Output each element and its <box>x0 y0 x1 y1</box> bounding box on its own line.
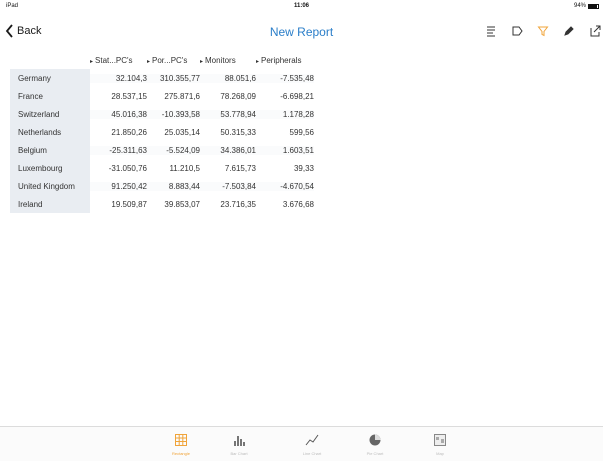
table-cell: 28.537,15 <box>111 91 147 101</box>
column-header[interactable]: ▸ Monitors <box>200 56 256 65</box>
bar-chart-icon <box>234 436 245 446</box>
battery-indicator: 94% <box>574 3 599 9</box>
table-body: Germany 32.104,3 310.355,77 88.051,6 -7.535,… <box>10 69 314 213</box>
table-cell: 21.850,26 <box>111 127 147 137</box>
column-header[interactable]: ▸ Stat...PC's <box>90 56 147 65</box>
table-row: Ireland 19.509,87 39.853,07 23.716,35 3.676,… <box>10 195 314 213</box>
row-header[interactable]: United Kingdom <box>10 177 90 195</box>
row-header[interactable]: France <box>10 87 90 105</box>
table-cell: 599,56 <box>289 127 314 137</box>
table-cell: 34.386,01 <box>200 145 256 155</box>
table-cell: 78.268,09 <box>220 91 256 101</box>
column-header-row: ▸ Stat...PC's ▸ Por...PC's ▸ Monitors ▸ Peri… <box>90 52 314 69</box>
line-chart-icon <box>305 434 319 446</box>
nav-bar: Back New Report <box>0 14 603 50</box>
table-row: Switzerland 45.016,38 -10.393,58 53.778,94 1… <box>10 105 314 123</box>
table-cell: 3.676,68 <box>282 199 314 209</box>
table-cell: 11.210,5 <box>169 163 200 173</box>
table-cell: 23.716,35 <box>220 199 256 209</box>
table-cell: -10.393,58 <box>147 109 200 119</box>
row-header[interactable]: Luxembourg <box>10 159 90 177</box>
grid-icon <box>175 434 187 446</box>
table-cell: 1.603,51 <box>256 145 314 155</box>
table-cell: 25.035,14 <box>164 127 200 137</box>
row-header[interactable]: Germany <box>10 69 90 87</box>
table-cell: 19.509,87 <box>111 199 147 209</box>
pivot-table: ▸ Stat...PC's ▸ Por...PC's ▸ Monitors ▸ Peri… <box>10 52 314 213</box>
row-header[interactable]: Belgium <box>10 141 90 159</box>
tab-rectangle[interactable]: Rectangle <box>151 433 211 456</box>
table-cell: -7.535,48 <box>256 73 314 83</box>
table-cell: 39,33 <box>293 163 314 173</box>
table-cell: 50.315,33 <box>220 127 256 137</box>
tab-label: Map <box>436 451 444 456</box>
table-row: United Kingdom 91.250,42 8.883,44 -7.503,84… <box>10 177 314 195</box>
table-cell: -4.670,54 <box>256 181 314 191</box>
table-row: France 28.537,15 275.871,6 78.268,09 -6.698,… <box>10 87 314 105</box>
table-cell: 1.178,28 <box>256 109 314 119</box>
tab-label: Pie Chart <box>366 451 384 456</box>
table-cell: -31.050,76 <box>108 163 147 173</box>
share-icon[interactable] <box>589 25 601 37</box>
table-row: Germany 32.104,3 310.355,77 88.051,6 -7.535,… <box>10 69 314 87</box>
table-row: Netherlands 21.850,26 25.035,14 50.315,33 59… <box>10 123 314 141</box>
table-cell: -6.698,21 <box>280 91 314 101</box>
table-cell: 275.871,6 <box>164 91 200 101</box>
table-cell: 39.853,07 <box>164 199 200 209</box>
map-icon <box>434 434 446 446</box>
table-cell: 7.615,73 <box>224 163 256 173</box>
tab-pie-chart[interactable]: Pie Chart <box>345 433 405 456</box>
row-header[interactable]: Ireland <box>10 195 90 213</box>
column-header[interactable]: ▸ Peripherals <box>256 56 314 65</box>
toolbar-icons <box>485 25 601 37</box>
table-cell: 45.016,38 <box>90 109 147 119</box>
table-row: Belgium -25.311,63 -5.524,09 34.386,01 1.603… <box>10 141 314 159</box>
column-header[interactable]: ▸ Por...PC's <box>147 56 200 65</box>
table-cell: 91.250,42 <box>90 181 147 191</box>
tab-label: Rectangle <box>171 451 190 456</box>
tab-label: Bar Chart <box>230 451 248 456</box>
tag-icon[interactable] <box>511 25 523 37</box>
pie-chart-icon <box>369 434 381 446</box>
pencil-icon[interactable] <box>563 25 575 37</box>
battery-percent: 94% <box>573 3 586 9</box>
table-cell: 8.883,44 <box>147 181 200 191</box>
row-header[interactable]: Switzerland <box>10 105 90 123</box>
table-cell: -25.311,63 <box>90 145 147 155</box>
filter-icon[interactable] <box>537 25 549 37</box>
status-time: 11:06 <box>293 3 309 9</box>
table-row: Luxembourg -31.050,76 11.210,5 7.615,73 39,3… <box>10 159 314 177</box>
status-bar: iPad 11:06 94% <box>0 0 603 14</box>
tab-line-chart[interactable]: Line Chart <box>282 433 342 456</box>
row-header[interactable]: Netherlands <box>10 123 90 141</box>
tab-bar-chart[interactable]: Bar Chart <box>209 433 269 456</box>
battery-icon <box>588 3 599 9</box>
table-cell: 53.778,94 <box>200 109 256 119</box>
table-cell: 310.355,77 <box>147 73 200 83</box>
tab-bar: Rectangle Bar Chart Line Chart Pie Chart… <box>0 426 603 461</box>
tab-label: Line Chart <box>302 451 322 456</box>
table-cell: -7.503,84 <box>200 181 256 191</box>
table-cell: 88.051,6 <box>200 73 256 83</box>
tab-map[interactable]: Map <box>410 433 470 456</box>
table-cell: -5.524,09 <box>147 145 200 155</box>
table-cell: 32.104,3 <box>90 73 147 83</box>
sort-lines-icon[interactable] <box>485 25 497 37</box>
